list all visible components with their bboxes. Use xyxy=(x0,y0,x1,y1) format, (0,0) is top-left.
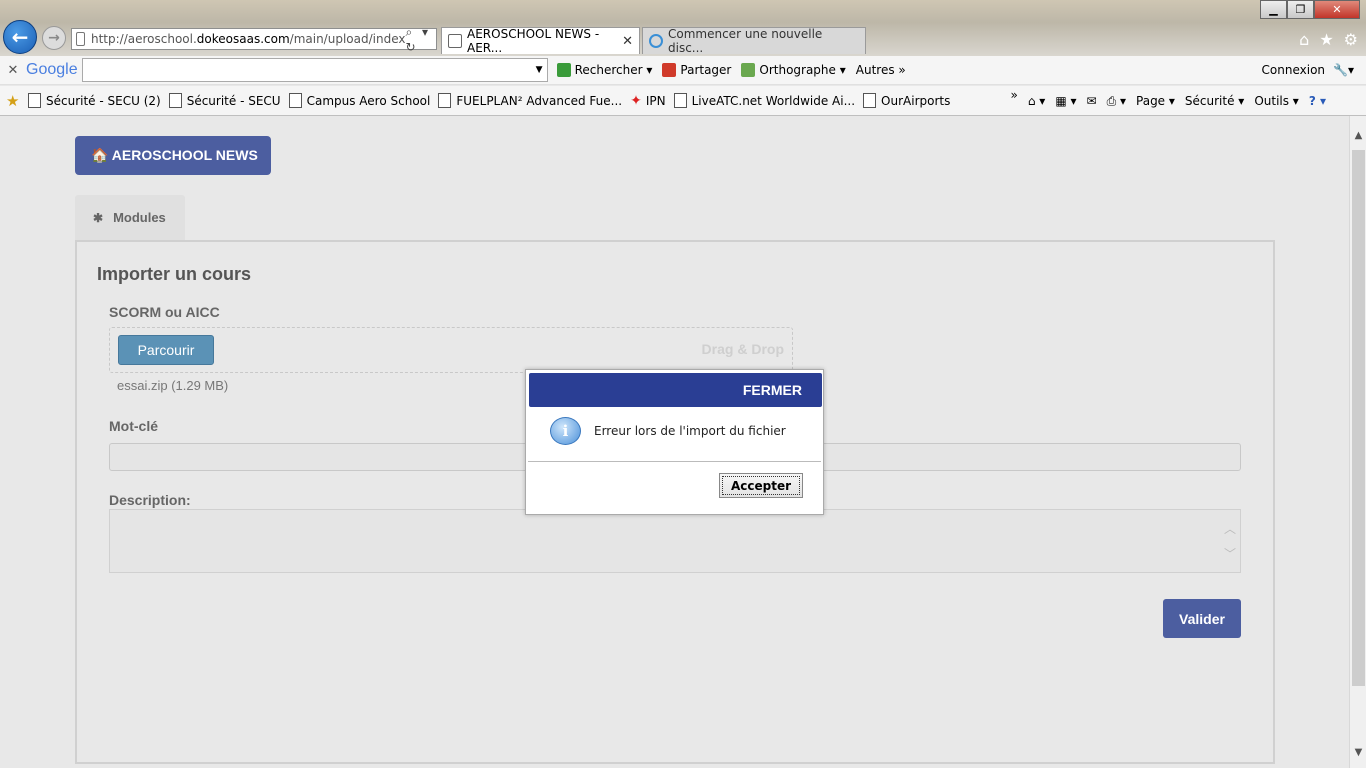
textarea-scroll-up-icon[interactable]: ︿ xyxy=(1224,520,1236,537)
print-icon[interactable]: ⎙ ▾ xyxy=(1107,94,1126,109)
drag-drop-hint: Drag & Drop xyxy=(701,341,784,357)
wrench-icon[interactable]: 🔧▾ xyxy=(1333,63,1354,77)
tab-close-icon[interactable]: ✕ xyxy=(622,34,633,49)
browser-right-icons: ⌂ ★ ⚙ xyxy=(1299,30,1358,49)
close-window-button[interactable]: ✕ xyxy=(1314,0,1360,19)
google-toolbar: ✕ Google ▼ Rechercher ▾ Partager Orthogr… xyxy=(0,56,1366,85)
page-icon xyxy=(28,93,41,108)
share-icon xyxy=(662,63,677,77)
puzzle-icon: ✱ xyxy=(93,210,104,225)
forward-button[interactable]: → xyxy=(42,26,66,50)
tab-new-discussion[interactable]: Commencer une nouvelle disc... xyxy=(642,27,866,55)
page-icon xyxy=(438,93,452,108)
tools-menu[interactable]: Outils ▾ xyxy=(1254,94,1299,108)
google-logo: Google xyxy=(26,61,78,78)
google-search-button[interactable]: Rechercher ▾ xyxy=(556,63,652,77)
selected-file-info: essai.zip (1.29 MB) xyxy=(117,378,229,393)
favorite-item[interactable]: OurAirports xyxy=(863,93,950,108)
spellcheck-icon xyxy=(741,63,756,77)
dialog-message: Erreur lors de l'import du fichier xyxy=(594,424,786,438)
window-controls: ▁ ❐ ✕ xyxy=(1260,0,1360,19)
dialog-divider xyxy=(528,461,821,462)
dialog-close-header[interactable]: FERMER xyxy=(529,373,822,407)
chevron-down-icon[interactable]: ▼ xyxy=(536,65,543,75)
description-label: Description: xyxy=(109,492,191,508)
address-search-refresh-icon[interactable]: ⌕ ▾ ↻ xyxy=(405,25,432,54)
search-icon xyxy=(556,63,571,77)
file-dropzone[interactable]: Parcourir Drag & Drop xyxy=(109,327,793,373)
page-icon xyxy=(168,93,182,108)
back-button[interactable]: ← xyxy=(3,20,37,54)
spellcheck-button[interactable]: Orthographe ▾ xyxy=(741,63,846,77)
google-search-input[interactable]: ▼ xyxy=(81,58,548,82)
favorite-item[interactable]: Sécurité - SECU (2) xyxy=(28,93,161,108)
close-toolbar-icon[interactable]: ✕ xyxy=(0,63,26,78)
minimize-button[interactable]: ▁ xyxy=(1260,0,1287,19)
favorites-star-icon[interactable]: ★ xyxy=(6,92,22,110)
validate-button[interactable]: Valider xyxy=(1163,599,1241,638)
favorites-star-icon[interactable]: ★ xyxy=(1319,30,1333,49)
gear-icon[interactable]: ⚙ xyxy=(1344,30,1358,49)
accept-button[interactable]: Accepter xyxy=(719,473,803,498)
keyword-label: Mot-clé xyxy=(109,418,158,434)
tab-favicon-icon xyxy=(448,34,462,48)
tab-title: Commencer une nouvelle disc... xyxy=(668,27,823,55)
browse-button[interactable]: Parcourir xyxy=(118,335,214,365)
help-icon[interactable]: ? ▾ xyxy=(1309,94,1326,108)
favorite-item[interactable]: ✦ IPN xyxy=(630,93,666,109)
mail-icon[interactable]: ✉ xyxy=(1087,94,1097,108)
page-icon xyxy=(863,93,877,108)
address-bar[interactable]: http://aeroschool.dokeosaas.com/main/upl… xyxy=(71,25,437,54)
error-dialog: FERMER i Erreur lors de l'import du fich… xyxy=(525,369,824,515)
browser-titlebar: ← → http://aeroschool.dokeosaas.com/main… xyxy=(0,0,1366,56)
connexion-area: Connexion 🔧▾ xyxy=(1262,63,1354,77)
home-icon[interactable]: ⌂ ▾ xyxy=(1028,94,1045,108)
ie-icon xyxy=(649,34,663,48)
connexion-link[interactable]: Connexion xyxy=(1262,63,1326,77)
tab-title: AEROSCHOOL NEWS - AER... xyxy=(467,27,600,55)
scroll-down-arrow[interactable]: ▼ xyxy=(1350,747,1366,764)
tab-modules-label: Modules xyxy=(113,210,166,225)
more-button[interactable]: Autres » xyxy=(856,63,906,77)
page-scrollbar[interactable]: ▲ ▼ xyxy=(1349,116,1366,768)
favorite-item[interactable]: FUELPLAN² Advanced Fue... xyxy=(438,93,622,108)
favorite-item[interactable]: Campus Aero School xyxy=(288,93,430,108)
favorites-bar: ★ Sécurité - SECU (2) Sécurité - SECU Ca… xyxy=(0,86,1366,116)
page-title: Importer un cours xyxy=(97,264,252,284)
tab-modules[interactable]: ✱ Modules xyxy=(75,195,185,240)
security-menu[interactable]: Sécurité ▾ xyxy=(1185,94,1244,108)
page-favicon-icon xyxy=(76,32,85,46)
scroll-up-arrow[interactable]: ▲ xyxy=(1350,130,1366,147)
favorite-item[interactable]: LiveATC.net Worldwide Ai... xyxy=(673,93,855,108)
description-textarea[interactable]: ︿ ﹀ xyxy=(109,509,1241,573)
page-icon xyxy=(288,93,302,108)
aeroschool-news-home-button[interactable]: 🏠 AEROSCHOOL NEWS xyxy=(75,136,271,175)
command-bar: » ⌂ ▾ ▦ ▾ ✉ ⎙ ▾ Page ▾ Sécurité ▾ Outils… xyxy=(1011,86,1327,116)
maximize-button[interactable]: ❐ xyxy=(1287,0,1314,19)
share-button[interactable]: Partager xyxy=(662,63,731,77)
address-url: http://aeroschool.dokeosaas.com/main/upl… xyxy=(91,32,406,46)
page-icon xyxy=(673,93,687,108)
red-star-icon: ✦ xyxy=(630,92,642,109)
favorite-item[interactable]: Sécurité - SECU xyxy=(168,93,281,108)
scorm-label: SCORM ou AICC xyxy=(109,304,220,320)
scrollbar-thumb[interactable] xyxy=(1352,150,1365,686)
feeds-icon[interactable]: ▦ ▾ xyxy=(1055,94,1076,108)
textarea-scroll-down-icon[interactable]: ﹀ xyxy=(1224,545,1236,562)
page-menu[interactable]: Page ▾ xyxy=(1136,94,1175,108)
home-icon[interactable]: ⌂ xyxy=(1299,30,1309,49)
favorites-overflow-icon[interactable]: » xyxy=(1011,88,1018,102)
tab-aeroschool-news[interactable]: AEROSCHOOL NEWS - AER... ✕ xyxy=(441,27,640,55)
info-icon: i xyxy=(550,417,581,445)
